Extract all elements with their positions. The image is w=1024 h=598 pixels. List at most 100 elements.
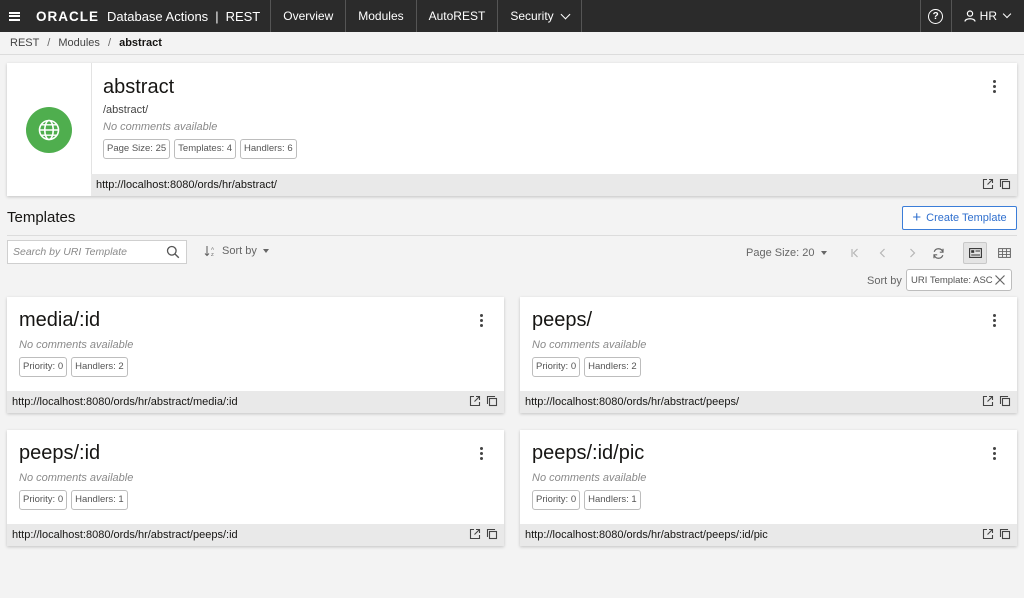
kebab-icon[interactable]: [473, 444, 489, 462]
template-title[interactable]: peeps/:id/pic: [532, 442, 644, 465]
templates-heading: Templates: [7, 209, 76, 226]
hamburger-icon[interactable]: [0, 0, 28, 32]
breadcrumb-modules[interactable]: Modules: [58, 37, 100, 49]
top-bar: ORACLE Database Actions | REST Overview …: [0, 0, 1024, 32]
copy-icon[interactable]: [999, 528, 1011, 540]
caret-down-icon: [820, 251, 827, 255]
copy-icon[interactable]: [999, 178, 1011, 190]
template-url-bar: http://localhost:8080/ords/hr/abstract/p…: [7, 524, 504, 546]
template-card: peeps/ No comments available Priority: 0…: [520, 297, 1017, 413]
kebab-icon[interactable]: [986, 311, 1002, 329]
copy-icon[interactable]: [486, 528, 498, 540]
card-view-icon[interactable]: [963, 242, 987, 264]
module-url-bar: http://localhost:8080/ords/hr/abstract/: [91, 174, 1017, 196]
external-link-icon[interactable]: [469, 395, 481, 407]
page-size-label: Page Size: 20: [746, 247, 815, 259]
kebab-icon[interactable]: [986, 77, 1002, 95]
brand[interactable]: ORACLE Database Actions | REST: [28, 0, 270, 32]
breadcrumb: REST / Modules / abstract: [10, 37, 162, 49]
handlers-count-badge: Handlers: 2: [71, 357, 128, 377]
module-icon-pane: [7, 63, 92, 196]
section-name: REST: [225, 8, 261, 24]
breadcrumb-current: abstract: [119, 37, 162, 49]
brand-separator: |: [215, 8, 219, 24]
svg-text:A: A: [211, 246, 214, 251]
sort-chip: URI Template: ASC: [906, 269, 1012, 291]
template-chips: Priority: 0 Handlers: 1: [532, 490, 641, 510]
module-comment: No comments available: [103, 121, 218, 133]
module-url: http://localhost:8080/ords/hr/abstract/: [96, 179, 277, 191]
template-comment: No comments available: [532, 472, 647, 484]
first-page-icon[interactable]: [846, 244, 864, 262]
kebab-icon[interactable]: [473, 311, 489, 329]
templates-count-badge: Templates: 4: [174, 139, 237, 159]
template-url-bar: http://localhost:8080/ords/hr/abstract/p…: [520, 524, 1017, 546]
external-link-icon[interactable]: [982, 528, 994, 540]
nav-modules[interactable]: Modules: [346, 0, 415, 32]
sort-by-dropdown[interactable]: A Z Sort by: [204, 245, 269, 257]
help-icon: ?: [928, 8, 944, 24]
module-chips: Page Size: 25 Templates: 4 Handlers: 6: [103, 139, 297, 159]
template-card: peeps/:id/pic No comments available Prio…: [520, 430, 1017, 546]
user-icon: [964, 10, 976, 22]
template-chips: Priority: 0 Handlers: 1: [19, 490, 128, 510]
svg-text:Z: Z: [211, 252, 214, 257]
search-icon[interactable]: [166, 245, 180, 264]
external-link-icon[interactable]: [982, 395, 994, 407]
caret-down-icon: [262, 249, 269, 253]
chevron-down-icon: [1002, 9, 1012, 19]
priority-badge: Priority: 0: [532, 357, 581, 377]
divider: [7, 235, 1017, 236]
breadcrumb-rest[interactable]: REST: [10, 37, 39, 49]
active-sort-label: Sort by: [867, 275, 902, 287]
close-icon[interactable]: [994, 274, 1006, 289]
page-size-badge: Page Size: 25: [103, 139, 171, 159]
nav-security-label: Security: [510, 9, 554, 23]
external-link-icon[interactable]: [469, 528, 481, 540]
refresh-icon[interactable]: [929, 244, 947, 262]
template-comment: No comments available: [19, 472, 134, 484]
oracle-logo: ORACLE: [36, 8, 99, 24]
external-link-icon[interactable]: [982, 178, 994, 190]
sort-by-label: Sort by: [222, 245, 257, 257]
search-box: [7, 240, 187, 264]
template-comment: No comments available: [19, 339, 134, 351]
breadcrumb-separator: /: [47, 37, 51, 49]
next-page-icon[interactable]: [903, 244, 921, 262]
handlers-count-badge: Handlers: 1: [584, 490, 641, 510]
plus-icon: +: [912, 209, 922, 226]
template-url: http://localhost:8080/ords/hr/abstract/p…: [525, 529, 768, 541]
sort-icon: A Z: [204, 246, 214, 257]
module-path: /abstract/: [103, 104, 149, 116]
module-title[interactable]: abstract: [103, 76, 174, 99]
nav-divider: [580, 0, 582, 32]
template-title[interactable]: media/:id: [19, 309, 100, 332]
previous-page-icon[interactable]: [874, 244, 892, 262]
create-template-button[interactable]: + Create Template: [902, 206, 1017, 230]
template-title[interactable]: peeps/: [532, 309, 592, 332]
template-url: http://localhost:8080/ords/hr/abstract/p…: [525, 396, 740, 408]
template-title[interactable]: peeps/:id: [19, 442, 100, 465]
user-menu-button[interactable]: HR: [952, 0, 1024, 32]
help-button[interactable]: ?: [921, 0, 951, 32]
search-input[interactable]: [8, 245, 165, 259]
grid-view-icon[interactable]: [992, 242, 1016, 264]
nav-overview[interactable]: Overview: [271, 0, 345, 32]
copy-icon[interactable]: [999, 395, 1011, 407]
template-url: http://localhost:8080/ords/hr/abstract/m…: [12, 396, 238, 408]
module-card: abstract /abstract/ No comments availabl…: [7, 63, 1017, 196]
template-chips: Priority: 0 Handlers: 2: [19, 357, 128, 377]
handlers-count-badge: Handlers: 1: [71, 490, 128, 510]
priority-badge: Priority: 0: [532, 490, 581, 510]
globe-icon: [26, 106, 72, 153]
page-size-dropdown[interactable]: Page Size: 20: [746, 247, 827, 259]
template-url-bar: http://localhost:8080/ords/hr/abstract/m…: [7, 391, 504, 413]
create-template-label: Create Template: [926, 212, 1007, 224]
kebab-icon[interactable]: [986, 444, 1002, 462]
sort-chip-label: URI Template: ASC: [911, 274, 993, 286]
copy-icon[interactable]: [486, 395, 498, 407]
nav-autorest[interactable]: AutoREST: [417, 0, 498, 32]
template-url: http://localhost:8080/ords/hr/abstract/p…: [12, 529, 238, 541]
nav-security[interactable]: Security: [498, 0, 580, 32]
divider: [0, 54, 1024, 55]
